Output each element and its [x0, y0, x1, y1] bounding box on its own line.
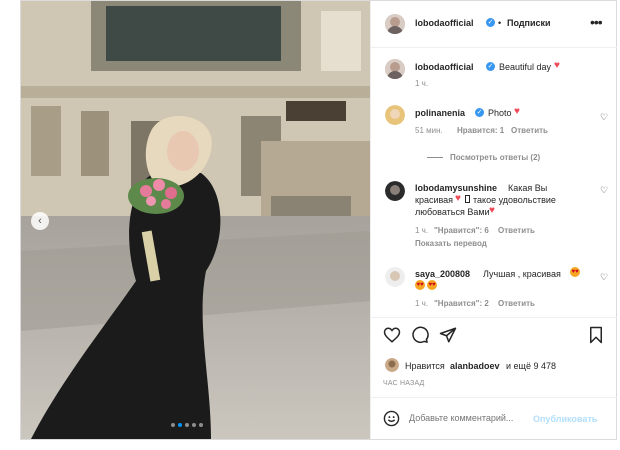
comment-likes[interactable]: "Нравится": 6: [434, 226, 489, 235]
header-separator: •: [498, 18, 502, 28]
comment-text-line: Какая Вы: [508, 183, 548, 193]
verified-badge-icon: ✓: [486, 18, 495, 27]
header-username[interactable]: lobodaofficial: [415, 18, 474, 28]
avatar-image: [385, 181, 405, 201]
post-photo-image: [21, 1, 370, 439]
post-actions: Нравится alanbadoev и ещё 9 478 ЧАС НАЗА…: [371, 317, 617, 388]
carousel-dot: [199, 423, 203, 427]
avatar[interactable]: [385, 181, 405, 201]
heart-emoji-icon: ♥: [514, 106, 520, 117]
smiley-icon: [383, 410, 400, 427]
view-replies-line: [427, 157, 443, 158]
like-comment-heart-icon[interactable]: ♡: [600, 185, 608, 196]
comment-likes[interactable]: "Нравится": 2: [434, 299, 489, 308]
avatar-image: [385, 267, 405, 287]
heart-emoji-icon: ♥: [554, 60, 560, 71]
likes-user[interactable]: alanbadoev: [450, 361, 500, 371]
reply-button[interactable]: Ответить: [511, 126, 548, 135]
comment-bubble-icon: [412, 326, 429, 344]
heart-outline-icon: [383, 327, 401, 343]
verified-badge-icon: ✓: [475, 108, 484, 117]
like-button[interactable]: [383, 326, 401, 349]
avatar[interactable]: [385, 358, 399, 372]
heart-emoji-icon: ♥: [455, 193, 461, 204]
post-header: lobodaofficial ✓ • Подписки •••: [371, 1, 617, 48]
chevron-left-icon: ‹: [38, 214, 42, 227]
save-button[interactable]: [587, 326, 605, 349]
instagram-post: ‹ lobodaofficial ✓ • Подписки ••• loboda…: [20, 0, 617, 440]
bookmark-icon: [590, 326, 602, 344]
comment-time: 1 ч.: [415, 299, 429, 308]
comment-text: Photo: [488, 108, 512, 118]
carousel-dot-active: [178, 423, 182, 427]
view-replies-button[interactable]: Посмотреть ответы (2): [450, 153, 540, 162]
comment-username[interactable]: saya_200808: [415, 269, 470, 279]
comment-text-line: любоваться Вами: [415, 207, 490, 217]
like-comment-heart-icon[interactable]: ♡: [600, 112, 608, 123]
like-comment-heart-icon[interactable]: ♡: [600, 272, 608, 283]
reply-button[interactable]: Ответить: [498, 299, 535, 308]
avatar-image: [385, 14, 405, 34]
heart-eyes-emoji-icon: ♥♥: [427, 280, 437, 290]
emoji-button[interactable]: [383, 410, 400, 432]
comment-username[interactable]: lobodamysunshine: [415, 183, 497, 193]
show-translation-button[interactable]: Показать перевод: [415, 239, 487, 248]
paper-plane-icon: [439, 327, 457, 343]
avatar-image: [385, 59, 405, 79]
caption-time: 1 ч.: [415, 79, 429, 88]
more-horizontal-icon[interactable]: •••: [590, 14, 603, 30]
comment-text-line: красивая: [415, 195, 454, 205]
carousel-dot: [171, 423, 175, 427]
likes-suffix[interactable]: и ещё 9 478: [506, 361, 556, 371]
carousel-prev-button[interactable]: ‹: [31, 212, 49, 230]
missing-glyph-icon: [465, 195, 470, 203]
reply-button[interactable]: Ответить: [498, 226, 535, 235]
carousel-dot: [185, 423, 189, 427]
comment-likes[interactable]: Нравится: 1: [457, 126, 504, 135]
avatar[interactable]: [385, 59, 405, 79]
publish-button[interactable]: Опубликовать: [533, 414, 597, 424]
verified-badge-icon: ✓: [486, 62, 495, 71]
add-comment-bar: Опубликовать: [371, 397, 617, 440]
caption-username[interactable]: lobodaofficial: [415, 62, 474, 72]
heart-eyes-emoji-icon: ♥♥: [570, 267, 580, 277]
avatar[interactable]: [385, 14, 405, 34]
comment-time: 1 ч.: [415, 226, 429, 235]
share-button[interactable]: [439, 326, 457, 349]
post-photo[interactable]: ‹: [21, 1, 370, 439]
heart-emoji-icon: ♥: [489, 205, 495, 216]
comment-time: 51 мин.: [415, 126, 443, 135]
avatar[interactable]: [385, 267, 405, 287]
heart-eyes-emoji-icon: ♥♥: [415, 280, 425, 290]
comment-button[interactable]: [411, 326, 429, 349]
comment-text-line: такое удовольствие: [473, 195, 556, 205]
time-ago[interactable]: ЧАС НАЗАД: [383, 380, 425, 387]
post-side-panel: lobodaofficial ✓ • Подписки ••• lobodaof…: [370, 1, 617, 439]
avatar-image: [385, 105, 405, 125]
carousel-dot: [192, 423, 196, 427]
likes-prefix: Нравится: [405, 361, 445, 371]
avatar[interactable]: [385, 105, 405, 125]
comment-username[interactable]: polinanenia: [415, 108, 465, 118]
follow-button[interactable]: Подписки: [507, 18, 551, 28]
avatar-image: [385, 358, 399, 372]
comment-input[interactable]: [409, 411, 529, 425]
comment-text: Лучшая , красивая: [483, 269, 561, 279]
carousel-dots: [171, 423, 203, 427]
caption-text: Beautiful day: [499, 62, 552, 72]
